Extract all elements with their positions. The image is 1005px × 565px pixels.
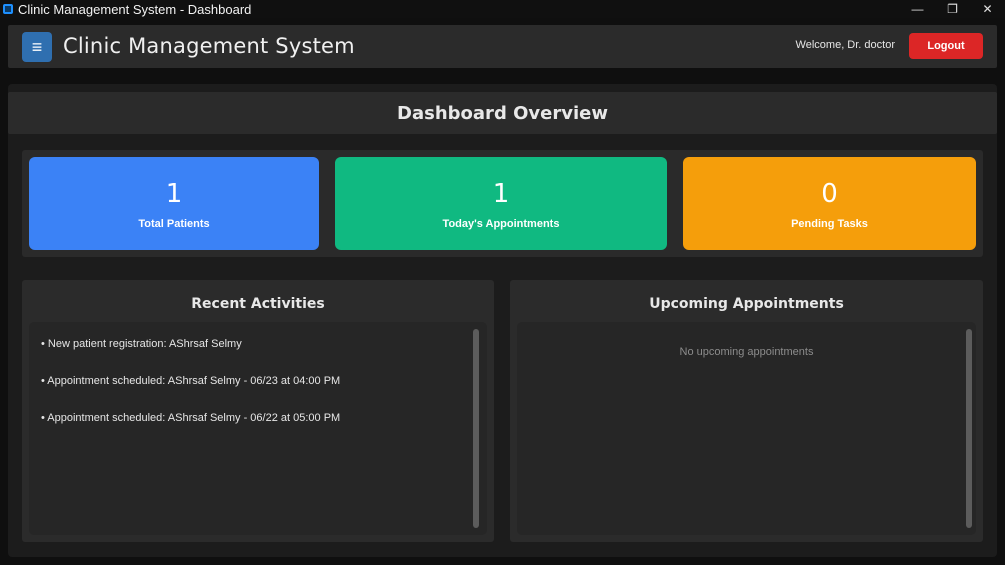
upcoming-appointments-panel: Upcoming Appointments No upcoming appoin…	[510, 280, 983, 542]
app-title: Clinic Management System	[63, 34, 355, 58]
list-item: • Appointment scheduled: AShrsaf Selmy -…	[41, 412, 341, 424]
close-icon[interactable]: ✕	[970, 0, 1005, 18]
stat-label: Pending Tasks	[791, 218, 868, 230]
upcoming-appointments-list: No upcoming appointments	[517, 322, 976, 535]
stat-value: 1	[492, 179, 510, 209]
stat-card-pending-tasks: 0 Pending Tasks	[683, 157, 976, 250]
window-title: Clinic Management System - Dashboard	[18, 1, 252, 17]
recent-activities-list: • New patient registration: AShrsaf Selm…	[29, 322, 487, 535]
list-item: • Appointment scheduled: AShrsaf Selmy -…	[41, 375, 341, 387]
stat-label: Today's Appointments	[442, 218, 560, 230]
stat-value: 0	[821, 179, 838, 209]
recent-activities-title: Recent Activities	[191, 296, 325, 312]
window-controls: — ❐ ✕	[900, 0, 1005, 18]
scrollbar[interactable]	[966, 329, 972, 528]
empty-state-message: No upcoming appointments	[679, 346, 814, 358]
dashboard-main: Dashboard Overview 1 Total Patients 1 To…	[8, 84, 997, 557]
stat-card-total-patients: 1 Total Patients	[29, 157, 319, 250]
recent-activities-panel: Recent Activities • New patient registra…	[22, 280, 494, 542]
scrollbar[interactable]	[473, 329, 479, 528]
list-item: • New patient registration: AShrsaf Selm…	[41, 338, 242, 350]
stat-label: Total Patients	[138, 218, 210, 230]
stat-card-todays-appointments: 1 Today's Appointments	[335, 157, 667, 250]
minimize-icon[interactable]: —	[900, 0, 935, 18]
logout-button[interactable]: Logout	[909, 33, 983, 59]
window-titlebar: Clinic Management System - Dashboard — ❐…	[0, 0, 1005, 18]
app-icon	[3, 4, 13, 14]
restore-icon[interactable]: ❐	[935, 0, 970, 18]
hamburger-menu-icon[interactable]: ≡	[22, 32, 52, 62]
stat-value: 1	[165, 179, 183, 209]
upcoming-appointments-title: Upcoming Appointments	[649, 296, 844, 312]
stats-row: 1 Total Patients 1 Today's Appointments …	[22, 150, 983, 257]
welcome-text: Welcome, Dr. doctor	[795, 39, 895, 51]
page-title: Dashboard Overview	[8, 92, 997, 134]
app-header: ≡ Clinic Management System Welcome, Dr. …	[8, 25, 997, 68]
